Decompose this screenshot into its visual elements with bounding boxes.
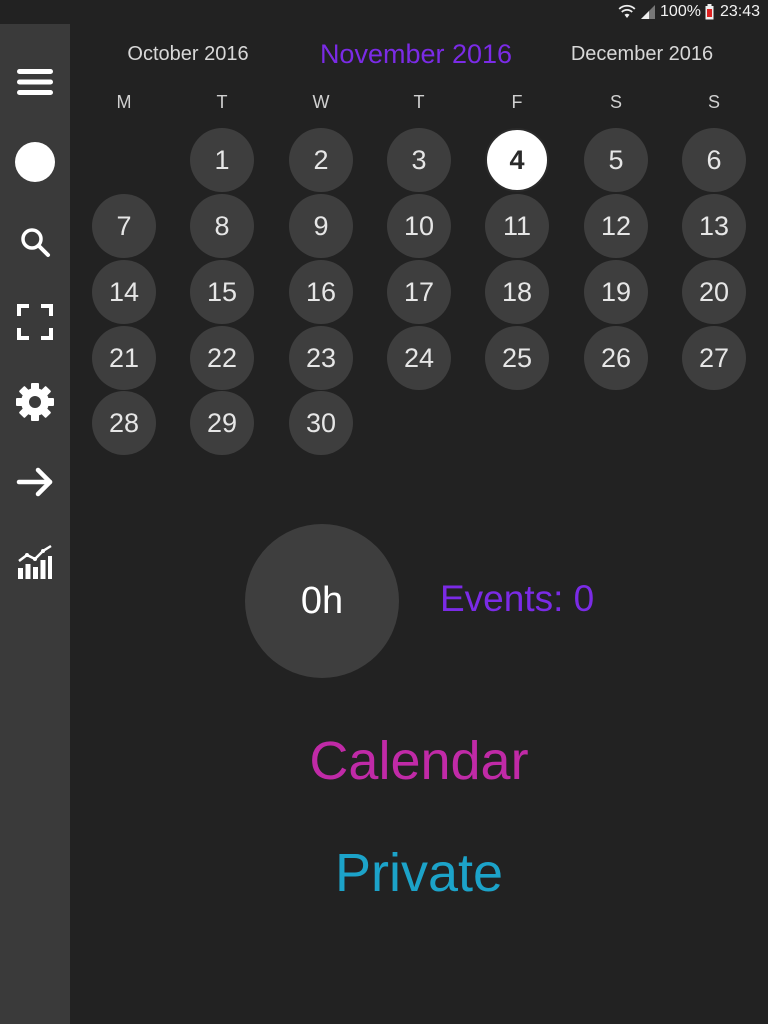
day-cell[interactable]: 30 (289, 391, 353, 455)
hours-total[interactable]: 0h (245, 524, 399, 678)
day-cell[interactable]: 26 (584, 326, 648, 390)
settings-button[interactable] (0, 374, 70, 434)
day-cell[interactable]: 13 (682, 194, 746, 258)
day-cell[interactable]: 29 (190, 391, 254, 455)
day-cell[interactable]: 24 (387, 326, 451, 390)
search-icon (19, 226, 51, 262)
menu-icon (17, 67, 53, 101)
day-cell[interactable]: 17 (387, 260, 451, 324)
day-cell[interactable]: 10 (387, 194, 451, 258)
day-cell[interactable]: 18 (485, 260, 549, 324)
calendar-item-private[interactable]: Private (70, 842, 768, 904)
day-cell[interactable]: 23 (289, 326, 353, 390)
day-cell[interactable]: 14 (92, 260, 156, 324)
prev-month-link[interactable]: October 2016 (108, 34, 268, 74)
events-count: Events: 0 (440, 578, 595, 619)
menu-button[interactable] (0, 54, 70, 114)
day-cell[interactable]: 5 (584, 128, 648, 192)
fullscreen-icon (17, 304, 53, 344)
fullscreen-button[interactable] (0, 294, 70, 354)
arrow-right-icon (16, 467, 54, 501)
status-bar: 100% 23:43 (0, 0, 768, 24)
weekday-label: F (511, 92, 523, 112)
weekday-label: M (116, 92, 132, 112)
day-cell[interactable]: 15 (190, 260, 254, 324)
next-month-link[interactable]: December 2016 (562, 34, 722, 74)
day-cell[interactable]: 12 (584, 194, 648, 258)
day-cell[interactable]: 22 (190, 326, 254, 390)
record-button[interactable] (0, 134, 70, 194)
gear-icon (15, 382, 55, 426)
weekday-label: S (707, 92, 720, 112)
search-button[interactable] (0, 214, 70, 274)
day-cell[interactable]: 6 (682, 128, 746, 192)
weekday-label: S (609, 92, 622, 112)
day-cell[interactable]: 27 (682, 326, 746, 390)
calendar-item-calendar[interactable]: Calendar (70, 730, 768, 792)
day-cell[interactable]: 25 (485, 326, 549, 390)
clock: 23:43 (719, 3, 760, 20)
battery-icon (705, 4, 714, 20)
day-cell[interactable]: 3 (387, 128, 451, 192)
weekday-label: T (413, 92, 425, 112)
day-cell[interactable]: 9 (289, 194, 353, 258)
stats-icon (17, 544, 53, 584)
day-cell[interactable]: 19 (584, 260, 648, 324)
day-cell[interactable]: 7 (92, 194, 156, 258)
sidebar (0, 24, 70, 1024)
battery-percent: 100% (660, 3, 701, 20)
current-month-title: November 2016 (319, 39, 513, 69)
day-cell[interactable]: 11 (485, 194, 549, 258)
day-cell[interactable]: 2 (289, 128, 353, 192)
wifi-icon (618, 4, 636, 20)
forward-button[interactable] (0, 454, 70, 514)
day-cell[interactable]: 21 (92, 326, 156, 390)
day-cell[interactable]: 28 (92, 391, 156, 455)
signal-icon (640, 4, 656, 20)
weekday-label: W (312, 92, 330, 112)
weekday-label: T (216, 92, 228, 112)
day-cell[interactable]: 20 (682, 260, 746, 324)
day-cell[interactable]: 16 (289, 260, 353, 324)
circle-icon (15, 142, 55, 186)
statistics-button[interactable] (0, 534, 70, 594)
day-cell[interactable]: 1 (190, 128, 254, 192)
day-cell-today[interactable]: 4 (485, 128, 549, 192)
day-cell[interactable]: 8 (190, 194, 254, 258)
